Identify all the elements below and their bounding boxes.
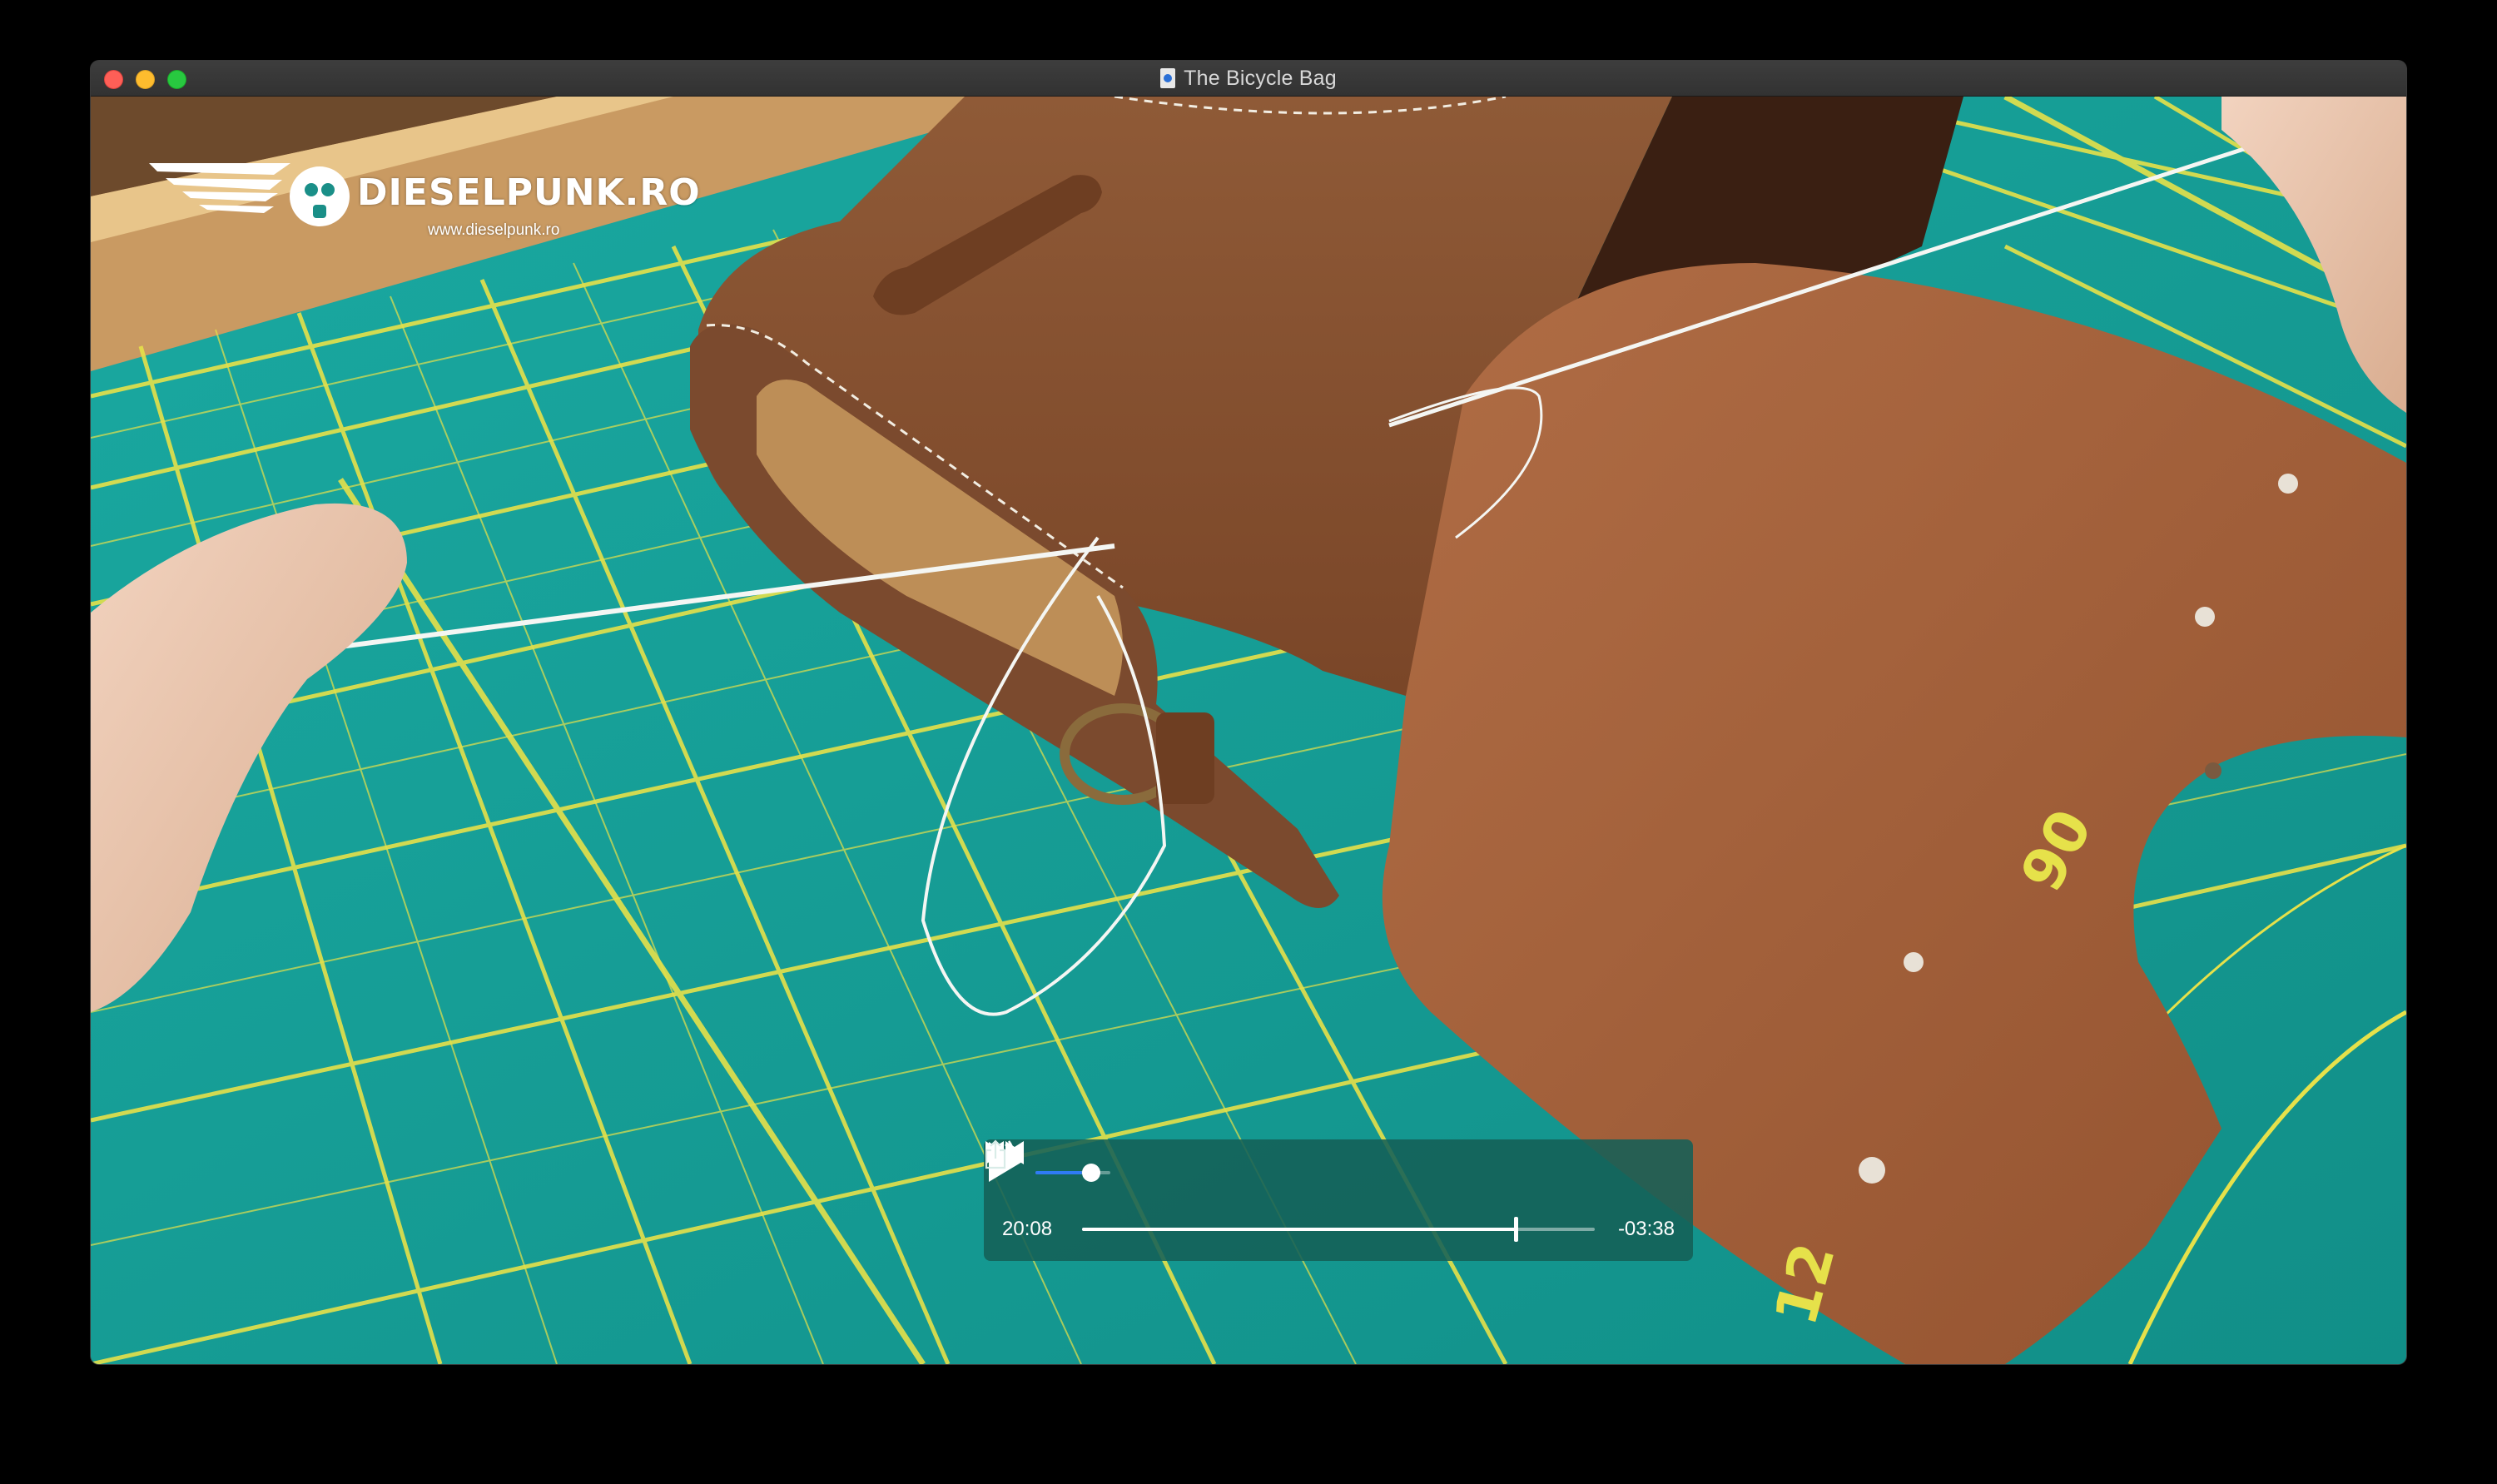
bag-buckle-tab	[1156, 712, 1214, 804]
video-frame[interactable]: 90 12 DIESELPUNK.RO www.dieselpunk.ro 20…	[91, 97, 2406, 1364]
quicktime-document-icon	[1160, 68, 1176, 88]
playhead[interactable]	[1514, 1217, 1519, 1242]
window-title: The Bicycle Bag	[1184, 66, 1337, 90]
watermark-url: www.dieselpunk.ro	[428, 221, 560, 239]
share-icon[interactable]	[984, 1139, 1007, 1169]
winged-gas-mask-logo-icon	[149, 163, 350, 226]
window-title-group: The Bicycle Bag	[91, 61, 2406, 96]
played-progress	[1082, 1228, 1517, 1231]
quicktime-window: The Bicycle Bag 90 12 DIESELPUNK.RO www.…	[91, 61, 2406, 1364]
remaining-time: -03:38	[1617, 1218, 1675, 1240]
elapsed-time: 20:08	[1002, 1218, 1053, 1240]
title-bar[interactable]: The Bicycle Bag	[91, 61, 2406, 97]
volume-level	[1035, 1171, 1082, 1174]
playback-controls: 20:08 -03:38	[984, 1139, 1693, 1261]
watermark: DIESELPUNK.RO www.dieselpunk.ro	[149, 146, 700, 246]
volume-knob[interactable]	[1081, 1164, 1100, 1182]
watermark-brand: DIESELPUNK.RO	[357, 171, 701, 214]
